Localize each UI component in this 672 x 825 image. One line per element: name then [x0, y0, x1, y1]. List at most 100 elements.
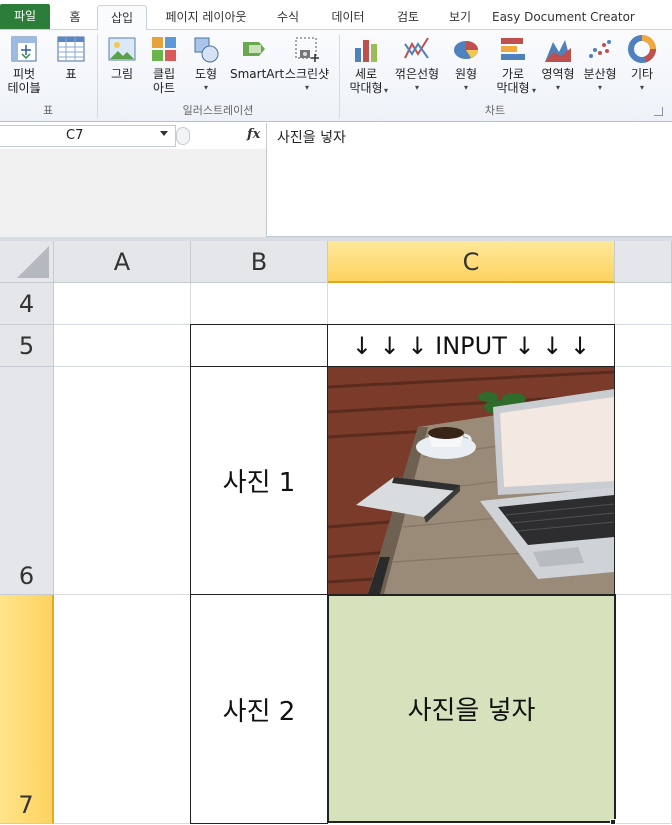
picture-icon: [108, 37, 136, 61]
cell-d5[interactable]: [615, 325, 672, 367]
column-header-b[interactable]: B: [191, 241, 328, 283]
area-chart-icon: [545, 40, 571, 62]
cell-b5[interactable]: [190, 324, 328, 367]
fill-handle[interactable]: [610, 819, 616, 825]
worksheet-grid: A B C 4 5 6 7 ↓ ↓ ↓ INPUT ↓ ↓ ↓ 사진 1 사진 …: [0, 241, 672, 824]
bar-chart-button[interactable]: 가로 막대형 ▾: [490, 34, 536, 95]
laptop-photo[interactable]: [328, 367, 614, 594]
select-all-button[interactable]: [0, 241, 54, 283]
line-chart-button[interactable]: 꺾은선형 ▾: [392, 34, 442, 95]
area-chart-label: 영역형: [541, 67, 575, 81]
table-icon: [57, 36, 85, 62]
pie-chart-button[interactable]: 원형 ▾: [446, 34, 486, 95]
dropdown-arrow: ▾: [639, 83, 644, 92]
pie-chart-label: 원형: [454, 67, 478, 81]
tab-view[interactable]: 보기: [440, 5, 480, 30]
column-header-c[interactable]: C: [328, 241, 615, 283]
scatter-chart-button[interactable]: 분산형 ▾: [580, 34, 620, 95]
formula-input[interactable]: 사진을 넣자: [277, 127, 346, 147]
tab-formulas[interactable]: 수식: [268, 5, 308, 30]
shapes-label: 도형: [194, 67, 218, 81]
group-label-tables: 표: [42, 104, 54, 117]
smartart-button[interactable]: SmartArt: [230, 34, 285, 81]
table-label: 표: [65, 67, 77, 81]
line-chart-label: 꺾은선형: [394, 67, 440, 81]
formula-bar: C7 fx 사진을 넣자: [0, 123, 672, 237]
cell-b7[interactable]: 사진 2: [190, 594, 328, 824]
tab-insert[interactable]: 삽입: [97, 5, 147, 31]
cell-c6[interactable]: [327, 366, 615, 595]
insert-function-icon[interactable]: fx: [247, 127, 260, 142]
cell-c5[interactable]: ↓ ↓ ↓ INPUT ↓ ↓ ↓: [327, 324, 615, 367]
bar-chart-icon: [501, 38, 525, 60]
cell-c7[interactable]: 사진을 넣자: [327, 594, 616, 823]
screenshot-icon: [295, 37, 319, 62]
cell-b6[interactable]: 사진 1: [190, 366, 328, 595]
screenshot-button[interactable]: 스크린샷 ▾: [282, 34, 332, 95]
picture-button[interactable]: 그림: [104, 34, 140, 81]
row-header-5[interactable]: 5: [0, 325, 54, 367]
clipart-icon: [152, 37, 176, 61]
tab-easy-document-creator[interactable]: Easy Document Creator: [492, 5, 635, 30]
smartart-label: SmartArt: [230, 67, 285, 81]
screenshot-label: 스크린샷: [284, 67, 330, 81]
name-box-dropdown-icon[interactable]: [160, 131, 168, 136]
cell-a6[interactable]: [54, 367, 191, 595]
cell-c4[interactable]: [328, 283, 615, 325]
column-chart-button[interactable]: 세로 막대형 ▾: [344, 34, 388, 95]
cell-a7[interactable]: [54, 595, 191, 824]
group-label-illustrations: 일러스트레이션: [182, 104, 254, 117]
shapes-icon: [194, 37, 219, 63]
ribbon-tab-bar: 파일 홈 삽입 페이지 레이아웃 수식 데이터 검토 보기 Easy Docum…: [0, 0, 672, 31]
table-button[interactable]: 표: [52, 34, 90, 81]
line-chart-icon: [404, 37, 429, 59]
tab-data[interactable]: 데이터: [323, 5, 373, 30]
dropdown-arrow: ▾: [36, 86, 41, 95]
tab-review[interactable]: 검토: [388, 5, 428, 30]
row-header-7[interactable]: 7: [0, 595, 54, 824]
smartart-icon: [243, 42, 265, 56]
cell-d7[interactable]: [615, 595, 672, 824]
scatter-chart-icon: [589, 40, 611, 58]
tab-page-layout[interactable]: 페이지 레이아웃: [158, 5, 254, 30]
donut-chart-icon: [628, 35, 656, 63]
group-label-charts: 차트: [484, 104, 506, 117]
other-charts-button[interactable]: 기타 ▾: [622, 34, 662, 95]
dropdown-arrow: ▾: [414, 83, 419, 92]
column-header-a[interactable]: A: [54, 241, 191, 283]
cell-d4[interactable]: [615, 283, 672, 325]
pivot-table-icon: [11, 36, 37, 62]
area-chart-button[interactable]: 영역형 ▾: [538, 34, 578, 95]
row-number: 6: [18, 562, 35, 590]
tab-home[interactable]: 홈: [60, 5, 90, 30]
row-header-4[interactable]: 4: [0, 283, 54, 325]
dropdown-arrow: ▾: [555, 83, 560, 92]
scatter-chart-label: 분산형: [583, 67, 617, 81]
pivot-table-button[interactable]: 피벗 테이블 ▾: [2, 34, 46, 95]
dropdown-arrow: ▾: [203, 83, 208, 92]
cell-a4[interactable]: [54, 283, 191, 325]
select-all-icon: [17, 246, 49, 278]
cell-d6[interactable]: [615, 367, 672, 595]
clipart-button[interactable]: 클립 아트: [146, 34, 182, 95]
formula-bar-divider: [266, 123, 267, 237]
shapes-button[interactable]: 도형 ▾: [188, 34, 224, 95]
cell-a5[interactable]: [54, 325, 191, 367]
ribbon-insert-panel: 피벗 테이블 ▾ 표 표 그림 클립 아트 도형 ▾ SmartArt 스크린샷…: [0, 30, 672, 122]
chart-dialog-launcher-icon[interactable]: [654, 107, 663, 116]
picture-label: 그림: [110, 67, 134, 81]
row-header-6[interactable]: 6: [0, 367, 54, 595]
dropdown-arrow: ▾: [532, 86, 537, 95]
pie-chart-icon: [454, 41, 478, 59]
formula-bar-expanded-area: [0, 149, 266, 237]
cell-b4[interactable]: [191, 283, 328, 325]
column-header-d[interactable]: [615, 241, 672, 283]
dropdown-arrow: ▾: [463, 83, 468, 92]
row-number: 7: [18, 791, 34, 819]
bar-chart-label: 가로 막대형: [496, 67, 530, 95]
name-box[interactable]: C7: [0, 125, 176, 147]
dropdown-arrow: ▾: [384, 86, 389, 95]
tab-file[interactable]: 파일: [0, 4, 50, 29]
formula-bar-splitter[interactable]: [176, 127, 190, 145]
column-chart-label: 세로 막대형: [349, 67, 383, 95]
